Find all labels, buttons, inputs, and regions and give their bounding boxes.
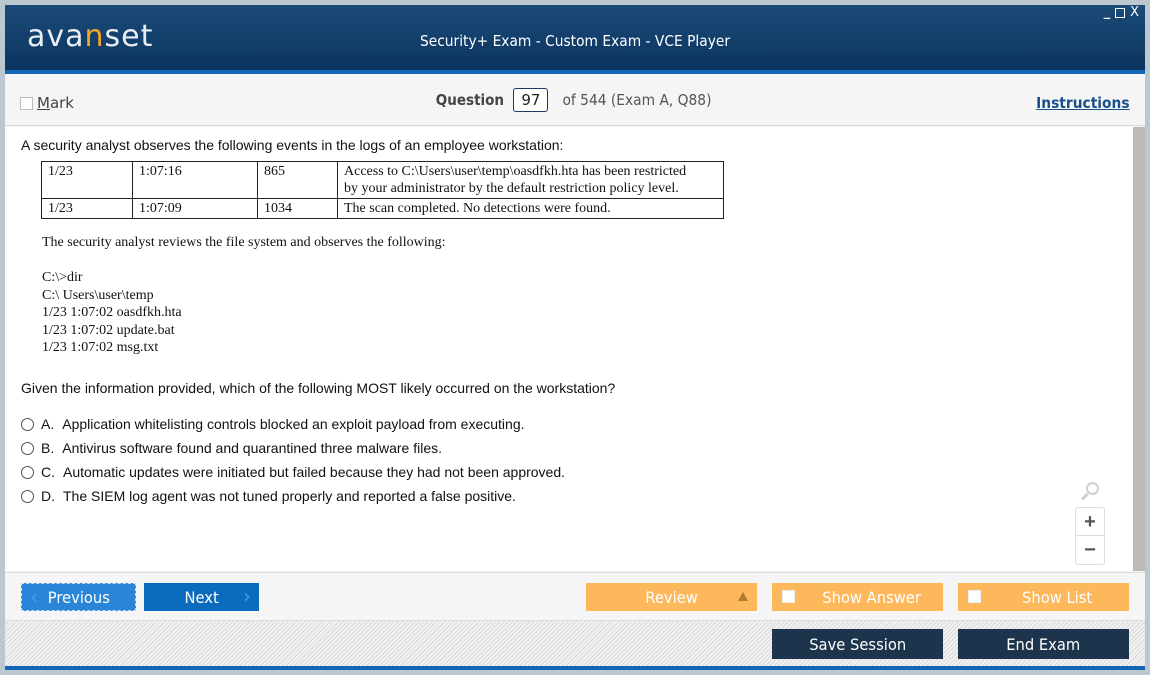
answer-options: A. Application whitelisting controls blo… <box>21 412 565 508</box>
log-time: 1:07:09 <box>132 198 258 219</box>
show-answer-button[interactable]: Show Answer <box>772 583 943 611</box>
option-text: Application whitelisting controls blocke… <box>62 416 525 432</box>
show-list-button[interactable]: Show List <box>958 583 1129 611</box>
question-content: A security analyst observes the followin… <box>5 127 1133 571</box>
log-message: Access to C:\Users\user\temp\oasdfkh.hta… <box>337 161 724 199</box>
log-message-line: Access to C:\Users\user\temp\oasdfkh.hta… <box>344 164 687 179</box>
vce-player-window: avanset Security+ Exam - Custom Exam - V… <box>5 5 1145 670</box>
show-list-label: Show List <box>1022 587 1093 607</box>
option-c[interactable]: C. Automatic updates were initiated but … <box>21 460 565 484</box>
log-event-id: 1034 <box>257 198 338 219</box>
dir-line: 1/23 1:07:02 msg.txt <box>42 340 159 355</box>
zoom-buttons: + − <box>1075 507 1105 565</box>
option-text: Automatic updates were initiated but fai… <box>63 464 566 480</box>
chevron-right-icon: › <box>243 584 251 608</box>
previous-button[interactable]: ‹ Previous <box>21 583 136 611</box>
question-label: Question <box>435 91 504 109</box>
bottom-accent-line <box>5 666 1145 670</box>
previous-label: Previous <box>47 587 110 607</box>
table-row: 1/23 1:07:16 865 Access to C:\Users\user… <box>41 161 724 199</box>
option-letter: D. <box>41 488 55 504</box>
table-row: 1/23 1:07:09 1034 The scan completed. No… <box>41 198 724 219</box>
radio-icon[interactable] <box>21 417 34 431</box>
zoom-in-button[interactable]: + <box>1076 508 1104 536</box>
next-label: Next <box>184 587 219 607</box>
option-text: The SIEM log agent was not tuned properl… <box>63 488 516 504</box>
radio-icon[interactable] <box>21 465 34 479</box>
zoom-out-button[interactable]: − <box>1076 536 1104 564</box>
next-button[interactable]: Next › <box>144 583 259 611</box>
question-number-input[interactable]: 97 <box>513 88 549 112</box>
title-bar: avanset Security+ Exam - Custom Exam - V… <box>5 5 1145 74</box>
log-event-id: 865 <box>257 161 338 199</box>
instructions-link[interactable]: Instructions <box>1037 94 1130 112</box>
window-title: Security+ Exam - Custom Exam - VCE Playe… <box>419 32 731 50</box>
dir-line: 1/23 1:07:02 oasdfkh.hta <box>42 305 182 320</box>
save-session-label: Save Session <box>809 634 906 654</box>
option-b[interactable]: B. Antivirus software found and quaranti… <box>21 436 565 460</box>
footer-bar: Save Session End Exam <box>5 620 1145 666</box>
checkbox-icon[interactable] <box>968 590 981 603</box>
magnifier-icon <box>1080 482 1100 502</box>
dir-line: C:\>dir <box>42 270 83 285</box>
question-counter: Question 97 of 544 (Exam A, Q88) <box>5 88 1145 112</box>
radio-icon[interactable] <box>21 441 34 455</box>
close-button[interactable]: X <box>1130 6 1139 20</box>
review-text: The security analyst reviews the file sy… <box>42 235 446 250</box>
log-time: 1:07:16 <box>132 161 258 199</box>
option-letter: B. <box>41 440 55 456</box>
dir-line: 1/23 1:07:02 update.bat <box>42 322 175 338</box>
question-prompt: Given the information provided, which of… <box>21 380 616 396</box>
triangle-up-icon <box>738 592 748 601</box>
log-message-line: by your administrator by the default res… <box>344 181 679 196</box>
log-date: 1/23 <box>41 161 133 199</box>
window-controls: _ X <box>1104 6 1139 20</box>
question-intro: A security analyst observes the followin… <box>21 137 564 153</box>
vertical-scrollbar[interactable] <box>1133 127 1145 571</box>
minimize-button[interactable]: _ <box>1104 6 1111 20</box>
dir-listing: C:\>dir C:\ Users\user\temp 1/23 1:07:02… <box>42 269 182 357</box>
end-exam-label: End Exam <box>1006 634 1081 654</box>
end-exam-button[interactable]: End Exam <box>958 629 1129 659</box>
navigation-bar: ‹ Previous Next › Review Show Answer Sho… <box>5 572 1145 620</box>
show-answer-label: Show Answer <box>822 587 921 607</box>
checkbox-icon[interactable] <box>782 590 795 603</box>
option-letter: A. <box>41 416 55 432</box>
option-d[interactable]: D. The SIEM log agent was not tuned prop… <box>21 484 565 508</box>
event-log-table: 1/23 1:07:16 865 Access to C:\Users\user… <box>41 161 724 219</box>
option-a[interactable]: A. Application whitelisting controls blo… <box>21 412 565 436</box>
question-bar: Mark Question 97 of 544 (Exam A, Q88) In… <box>5 78 1145 126</box>
option-letter: C. <box>41 464 55 480</box>
log-message: The scan completed. No detections were f… <box>337 198 724 219</box>
review-label: Review <box>645 587 698 607</box>
question-total: of 544 (Exam A, Q88) <box>562 91 712 109</box>
maximize-button[interactable] <box>1115 8 1126 18</box>
radio-icon[interactable] <box>21 489 34 503</box>
review-button[interactable]: Review <box>586 583 757 611</box>
option-text: Antivirus software found and quarantined… <box>62 440 442 456</box>
dir-line: C:\ Users\user\temp <box>42 287 154 303</box>
chevron-left-icon: ‹ <box>30 585 38 609</box>
save-session-button[interactable]: Save Session <box>772 629 943 659</box>
log-date: 1/23 <box>41 198 133 219</box>
